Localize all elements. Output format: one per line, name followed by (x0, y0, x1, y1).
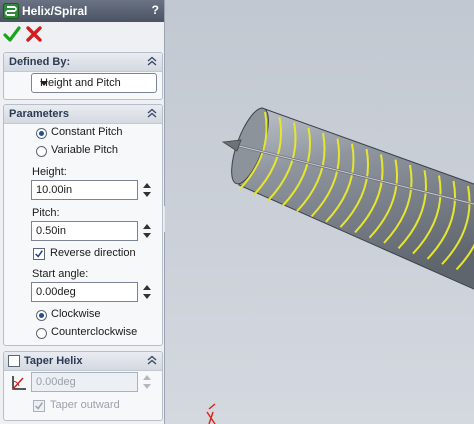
origin-axis-icon (206, 403, 216, 424)
taper-helix-title: Taper Helix (24, 355, 83, 367)
helix-preview (206, 107, 474, 424)
defined-by-title: Defined By: (9, 56, 71, 68)
pitch-label: Pitch: (32, 207, 60, 219)
constant-pitch-label: Constant Pitch (51, 126, 123, 138)
taper-angle-value: 0.00deg (36, 376, 76, 388)
parameters-header[interactable]: Parameters (4, 105, 162, 124)
pitch-input[interactable]: 0.50in (31, 221, 138, 241)
defined-by-header[interactable]: Defined By: (4, 53, 162, 72)
taper-helix-group: Taper Helix 0.00deg Taper outward (3, 351, 163, 421)
pitch-value: 0.50in (36, 225, 66, 237)
checkmark-icon[interactable] (3, 25, 21, 43)
helix-icon (3, 3, 19, 19)
check-icon (35, 402, 43, 410)
pitch-spinner[interactable] (141, 221, 153, 241)
taper-angle-input[interactable]: 0.00deg (31, 372, 138, 392)
parameters-group: Parameters Constant Pitch Variable Pitch… (3, 104, 163, 346)
property-manager-panel: Helix/Spiral ? Defined By: Height and Pi… (0, 0, 165, 424)
chevron-down-icon (40, 81, 48, 86)
height-spinner[interactable] (141, 180, 153, 200)
reverse-direction-checkbox[interactable] (33, 248, 45, 260)
collapse-chevron-icon[interactable] (146, 107, 158, 119)
defined-by-group: Defined By: Height and Pitch (3, 52, 163, 100)
taper-helix-header[interactable]: Taper Helix (4, 352, 162, 371)
cylinder-body (231, 107, 474, 290)
start-angle-input[interactable]: 0.00deg (31, 282, 138, 302)
start-angle-spinner[interactable] (141, 282, 153, 302)
parameters-title: Parameters (9, 108, 69, 120)
counterclockwise-radio[interactable] (36, 328, 47, 339)
start-angle-label: Start angle: (32, 268, 89, 280)
counterclockwise-label: Counterclockwise (51, 326, 138, 338)
taper-angle-icon (12, 376, 26, 390)
defined-by-selected: Height and Pitch (40, 77, 121, 89)
variable-pitch-radio[interactable] (36, 146, 47, 157)
height-input[interactable]: 10.00in (31, 180, 138, 200)
constant-pitch-radio[interactable] (36, 128, 47, 139)
variable-pitch-label: Variable Pitch (51, 144, 119, 156)
check-icon (35, 250, 43, 258)
panel-title-bar: Helix/Spiral ? (0, 0, 164, 22)
taper-outward-checkbox[interactable] (33, 400, 45, 412)
collapse-chevron-icon[interactable] (146, 354, 158, 366)
panel-title: Helix/Spiral (22, 4, 88, 18)
height-value: 10.00in (36, 184, 73, 196)
clockwise-label: Clockwise (51, 308, 101, 320)
action-bar (0, 22, 164, 46)
taper-outward-label: Taper outward (50, 399, 120, 411)
reverse-direction-label: Reverse direction (50, 247, 136, 259)
help-button[interactable]: ? (152, 3, 159, 17)
taper-angle-spinner[interactable] (141, 372, 153, 392)
height-label: Height: (32, 166, 67, 178)
clockwise-radio[interactable] (36, 310, 47, 321)
x-icon[interactable] (25, 25, 43, 43)
start-angle-value: 0.00deg (36, 286, 76, 298)
taper-helix-checkbox[interactable] (8, 355, 20, 367)
defined-by-dropdown[interactable]: Height and Pitch (31, 73, 157, 93)
graphics-viewport[interactable] (165, 0, 474, 424)
collapse-chevron-icon[interactable] (146, 55, 158, 67)
